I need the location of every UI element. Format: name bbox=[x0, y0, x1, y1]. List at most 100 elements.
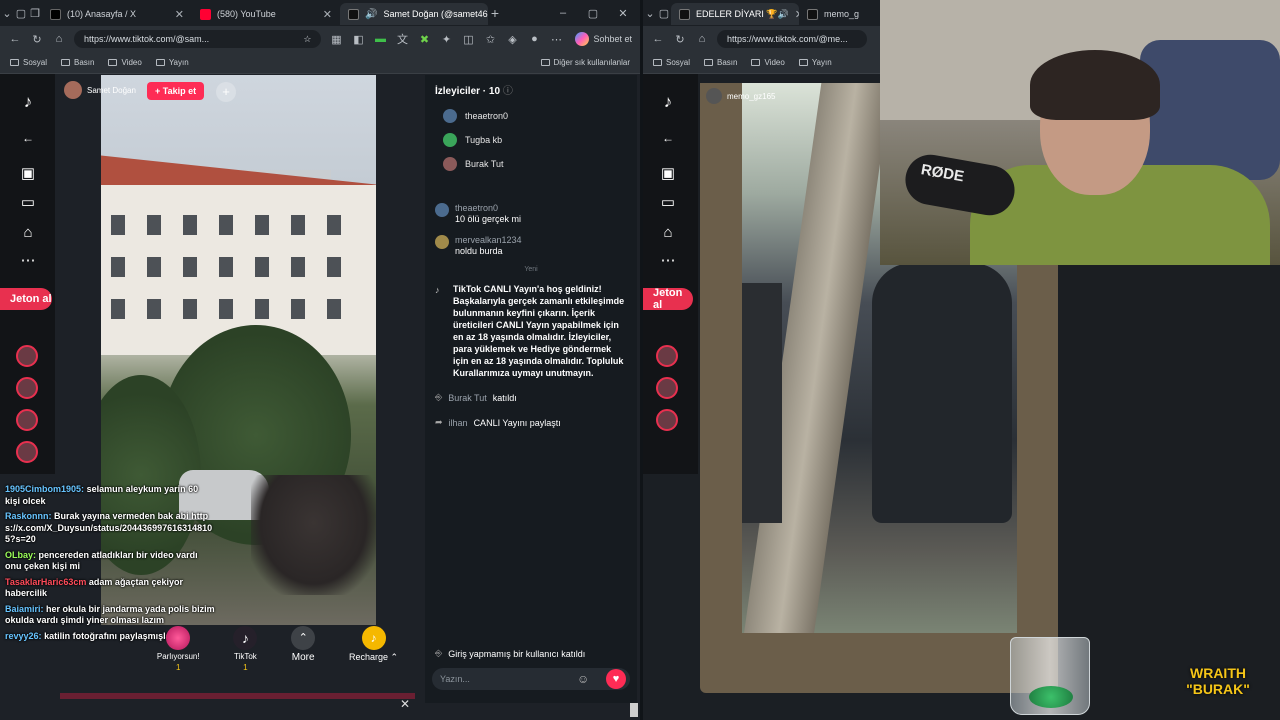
url-field[interactable]: https://www.tiktok.com/@sam... ☆ bbox=[74, 30, 322, 48]
tab-edeler-diyari[interactable]: EDELER DİYARI 🏆🔊 ✕ bbox=[671, 3, 799, 25]
system-welcome-message: ♪ TikTok CANLI Yayın'a hoş geldiniz! Baş… bbox=[425, 277, 637, 385]
live-avatar[interactable] bbox=[16, 377, 38, 399]
video-icon[interactable]: ▭ bbox=[18, 193, 38, 213]
more-icon[interactable]: ⋯ bbox=[18, 251, 38, 271]
comment-input[interactable]: Yazın... bbox=[432, 668, 630, 690]
collections-icon[interactable]: ◈ bbox=[505, 33, 519, 46]
live-avatar[interactable] bbox=[656, 409, 678, 431]
back-icon[interactable]: ← bbox=[8, 33, 22, 45]
tiktok-logo-icon[interactable]: ♪ bbox=[658, 92, 678, 112]
emoji-icon[interactable]: ☺ bbox=[577, 672, 589, 686]
bookmark-label: Basın bbox=[74, 58, 95, 67]
bookmark-sosyal[interactable]: Sosyal bbox=[10, 58, 47, 67]
heart-button[interactable]: ♥ bbox=[606, 669, 626, 689]
video-icon[interactable]: ▭ bbox=[658, 193, 678, 213]
refresh-icon[interactable]: ↻ bbox=[30, 33, 44, 46]
live-avatar[interactable] bbox=[16, 409, 38, 431]
jeton-button[interactable]: Jeton al bbox=[643, 287, 693, 311]
recharge-button[interactable]: ♪ Recharge ⌃ bbox=[349, 626, 398, 663]
follow-button[interactable]: + Takip et bbox=[147, 82, 205, 100]
close-icon[interactable]: ✕ bbox=[323, 8, 332, 21]
live-avatar[interactable] bbox=[656, 377, 678, 399]
home-icon[interactable]: ⌂ bbox=[695, 33, 709, 45]
gift-bar: Parlıyorsun! 1 ♪ TikTok 1 ⌃ More ♪ Recha… bbox=[140, 626, 415, 688]
tab-actions-icon[interactable]: ❐ bbox=[28, 7, 42, 20]
bookmark-yayin[interactable]: Yayın bbox=[798, 58, 832, 67]
bookmark-basin[interactable]: Basın bbox=[61, 58, 94, 67]
workspaces-icon[interactable]: ▢ bbox=[657, 7, 671, 20]
bookmark-other[interactable]: Diğer sık kullanılanlar bbox=[540, 58, 630, 67]
bookmark-label: Yayın bbox=[168, 58, 189, 67]
close-window-icon[interactable]: ✕ bbox=[616, 7, 630, 20]
info-icon[interactable]: ⓘ bbox=[503, 86, 513, 97]
tab-menu-icon[interactable]: ⌄ bbox=[0, 7, 14, 20]
speaker-icon: 🔊 bbox=[365, 8, 378, 20]
event-guest-joined: ⎆ Giriş yapmamış bir kullanıcı katıldı bbox=[425, 641, 595, 666]
back-arrow-icon[interactable]: ← bbox=[658, 128, 678, 148]
gift-tiktok[interactable]: ♪ TikTok 1 bbox=[233, 626, 258, 672]
gift-label: TikTok bbox=[233, 652, 257, 661]
extension-icon[interactable]: ✖ bbox=[417, 33, 431, 46]
live-avatar[interactable] bbox=[656, 345, 678, 367]
home-icon[interactable]: ⌂ bbox=[18, 223, 38, 243]
puzzle-icon[interactable]: ✦ bbox=[439, 33, 453, 46]
back-icon[interactable]: ← bbox=[651, 33, 665, 45]
viewer-item[interactable]: Burak Tut bbox=[425, 152, 637, 176]
bookmark-video[interactable]: Video bbox=[108, 58, 142, 67]
jeton-label: Jeton al bbox=[653, 287, 683, 311]
favorite-star-icon[interactable]: ☆ bbox=[303, 34, 311, 45]
tab-menu-icon[interactable]: ⌄ bbox=[643, 7, 657, 20]
home-icon[interactable]: ⌂ bbox=[52, 33, 66, 45]
bookmark-video[interactable]: Video bbox=[751, 58, 785, 67]
favorites-icon[interactable]: ✩ bbox=[483, 33, 497, 46]
translate-icon[interactable]: 文 bbox=[395, 31, 409, 47]
live-tv-icon[interactable]: ▣ bbox=[658, 164, 678, 184]
streamer-name: Samet Doğan bbox=[87, 85, 136, 95]
back-arrow-icon[interactable]: ← bbox=[18, 128, 38, 148]
gift-parliyorsun[interactable]: Parlıyorsun! 1 bbox=[157, 626, 200, 672]
minimize-icon[interactable]: – bbox=[556, 7, 570, 20]
maximize-icon[interactable]: ▢ bbox=[586, 7, 600, 20]
bookmark-yayin[interactable]: Yayın bbox=[155, 58, 189, 67]
tiktok-logo-icon[interactable]: ♪ bbox=[18, 92, 38, 112]
scrollbar[interactable] bbox=[630, 703, 638, 717]
home-icon[interactable]: ⌂ bbox=[658, 223, 678, 243]
workspaces-icon[interactable]: ▢ bbox=[14, 7, 28, 20]
bookmark-sosyal[interactable]: Sosyal bbox=[653, 58, 690, 67]
streamer-info[interactable]: memo_gz165 bbox=[706, 88, 775, 104]
url-field[interactable]: https://www.tiktok.com/@me... bbox=[717, 30, 867, 48]
tab-youtube[interactable]: (580) YouTube ✕ bbox=[192, 3, 340, 25]
more-icon[interactable]: ⋯ bbox=[658, 251, 678, 271]
tab-label: memo_gz bbox=[824, 9, 859, 19]
extension-icon[interactable]: ▬ bbox=[373, 33, 387, 45]
extension-icon[interactable]: ◧ bbox=[351, 33, 365, 46]
more-icon[interactable]: ⋯ bbox=[549, 33, 563, 46]
refresh-icon[interactable]: ↻ bbox=[673, 33, 687, 46]
live-tv-icon[interactable]: ▣ bbox=[18, 164, 38, 184]
extension-icon[interactable]: ▦ bbox=[329, 33, 343, 46]
profile-avatar[interactable]: ● bbox=[527, 33, 541, 45]
folder-icon bbox=[61, 59, 71, 66]
viewer-item[interactable]: Tugba kb bbox=[425, 128, 637, 152]
chat-user: revyy26: bbox=[5, 630, 42, 641]
comment-user: mervealkan1234 bbox=[455, 235, 522, 245]
split-screen-icon[interactable]: ◫ bbox=[461, 33, 475, 46]
new-tab-icon[interactable]: + bbox=[488, 5, 502, 21]
avatar bbox=[435, 235, 449, 249]
copilot-button[interactable]: Sohbet et bbox=[571, 32, 632, 46]
close-icon[interactable]: ✕ bbox=[175, 8, 184, 21]
follow-label: + Takip et bbox=[155, 86, 197, 96]
bookmark-basin[interactable]: Basın bbox=[704, 58, 737, 67]
streamer-info[interactable]: Samet Doğan bbox=[64, 80, 136, 100]
live-avatar[interactable] bbox=[16, 345, 38, 367]
event-joined: ⎆ Burak Tut katıldı bbox=[425, 385, 637, 410]
live-avatar[interactable] bbox=[16, 441, 38, 463]
tab-memo[interactable]: memo_gz bbox=[799, 3, 859, 25]
add-button[interactable]: + bbox=[216, 82, 236, 102]
more-gifts-button[interactable]: ⌃ More bbox=[291, 626, 316, 663]
viewer-item[interactable]: theaetron0 bbox=[425, 104, 637, 128]
tab-x[interactable]: (10) Anasayfa / X ✕ bbox=[42, 3, 192, 25]
jeton-button[interactable]: Jeton al bbox=[0, 288, 52, 310]
close-icon[interactable]: ✕ bbox=[400, 697, 410, 711]
tab-tiktok-samet[interactable]: 🔊 Samet Doğan (@samet46 ✕ bbox=[340, 3, 488, 25]
